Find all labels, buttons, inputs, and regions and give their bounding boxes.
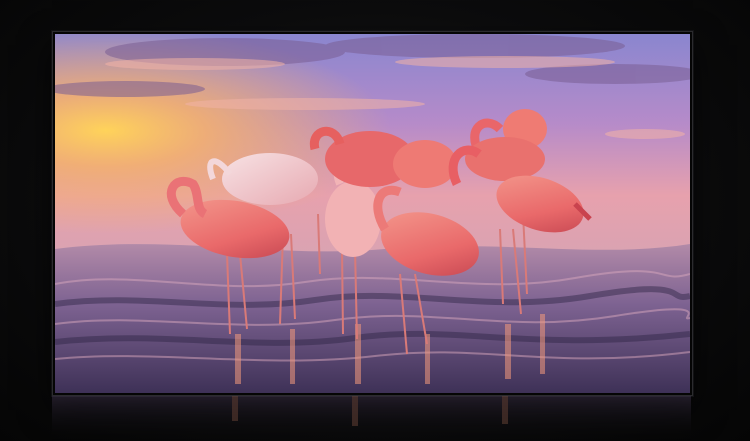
floor-reflection [52,396,691,441]
flamingo-scene-image [55,34,690,393]
tv-display [52,31,693,396]
backdrop [0,0,750,441]
tv-screen [55,34,690,393]
